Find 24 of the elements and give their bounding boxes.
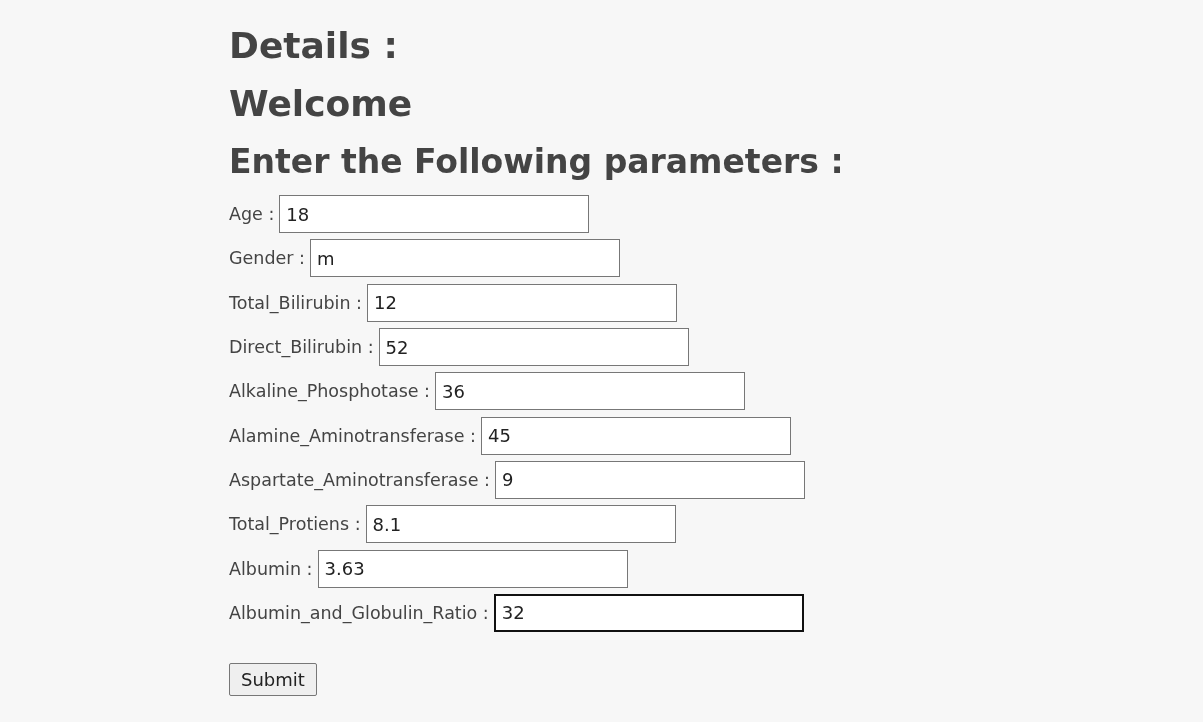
- field-label: Total_Protiens :: [229, 514, 361, 535]
- field-label: Aspartate_Aminotransferase :: [229, 469, 490, 490]
- input-field[interactable]: m: [309, 239, 620, 278]
- field-label: Alkaline_Phosphotase :: [229, 381, 431, 402]
- input-field[interactable]: 36: [435, 372, 746, 411]
- field-label: Age :: [229, 204, 275, 225]
- field-label: Total_Bilirubin :: [229, 292, 363, 313]
- input-field[interactable]: 52: [378, 328, 689, 367]
- input-field[interactable]: 18: [279, 195, 590, 234]
- input-field[interactable]: 9: [494, 460, 805, 499]
- field-label: Albumin_and_Globulin_Ratio :: [229, 602, 489, 623]
- input-field[interactable]: 12: [367, 283, 678, 322]
- field-label: Gender :: [229, 248, 305, 269]
- field-label: Alamine_Aminotransferase :: [229, 425, 476, 446]
- heading: Enter the Following parameters :: [229, 141, 844, 183]
- input-field[interactable]: 32: [493, 593, 804, 632]
- submit-button[interactable]: Submit: [229, 662, 317, 696]
- input-field[interactable]: 45: [480, 416, 791, 455]
- field-label: Direct_Bilirubin :: [229, 337, 374, 358]
- input-field[interactable]: 8.1: [365, 505, 676, 544]
- field-label: Albumin :: [229, 558, 313, 579]
- heading: Welcome: [229, 82, 413, 126]
- heading: Details :: [229, 24, 398, 68]
- input-field[interactable]: 3.63: [317, 549, 628, 588]
